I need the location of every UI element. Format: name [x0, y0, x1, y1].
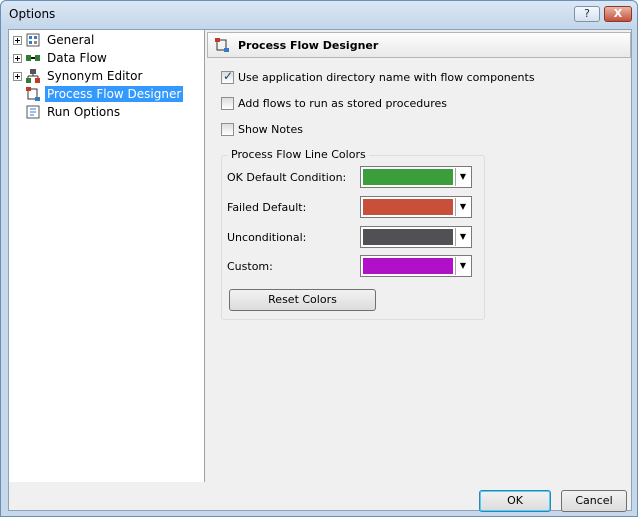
options-dialog: Options ? X General Data Flow Synonym Ed…: [0, 0, 638, 517]
tree-item-data-flow[interactable]: Data Flow: [13, 49, 109, 67]
ok-default-color-select[interactable]: ▼: [360, 166, 472, 188]
tree-item-run-options[interactable]: Run Options: [13, 103, 122, 121]
color-swatch: [363, 169, 453, 185]
help-button[interactable]: ?: [574, 6, 600, 22]
expand-icon[interactable]: [13, 35, 22, 45]
settings-panel: Process Flow Designer Use application di…: [205, 30, 631, 482]
panel-header: Process Flow Designer: [207, 32, 631, 58]
tree-item-label: Data Flow: [47, 51, 107, 65]
group-title: Process Flow Line Colors: [228, 148, 369, 161]
chevron-down-icon[interactable]: ▼: [455, 257, 470, 275]
checkbox-box[interactable]: [221, 123, 234, 136]
chevron-down-icon[interactable]: ▼: [455, 168, 470, 186]
chevron-down-icon[interactable]: ▼: [455, 198, 470, 216]
tree-item-label: Synonym Editor: [47, 69, 143, 83]
checkbox-box[interactable]: [221, 97, 234, 110]
checkbox-label: Add flows to run as stored procedures: [238, 97, 447, 110]
use-app-directory-checkbox[interactable]: Use application directory name with flow…: [221, 69, 535, 84]
reset-colors-button[interactable]: Reset Colors: [229, 289, 376, 311]
process-flow-icon: [214, 37, 230, 53]
show-notes-checkbox[interactable]: Show Notes: [221, 123, 303, 136]
run-options-icon: [25, 104, 41, 120]
title-bar: Options ? X: [1, 1, 637, 29]
expand-icon[interactable]: [13, 53, 22, 63]
tree-item-label: Process Flow Designer: [45, 86, 184, 102]
color-label: Custom:: [227, 260, 273, 273]
color-label: Failed Default:: [227, 201, 307, 214]
checkbox-label: Use application directory name with flow…: [238, 71, 535, 84]
color-swatch: [363, 258, 453, 274]
color-swatch: [363, 199, 453, 215]
close-button[interactable]: X: [604, 6, 632, 22]
process-flow-icon: [25, 86, 41, 102]
options-tree: General Data Flow Synonym Editor Process…: [9, 30, 205, 482]
color-swatch: [363, 229, 453, 245]
checkbox-label: Show Notes: [238, 123, 303, 136]
chevron-down-icon[interactable]: ▼: [455, 228, 470, 246]
color-label: Unconditional:: [227, 231, 307, 244]
line-colors-group: Process Flow Line Colors OK Default Cond…: [221, 148, 485, 320]
general-settings-icon: [25, 32, 41, 48]
panel-title: Process Flow Designer: [238, 38, 379, 52]
expand-icon[interactable]: [13, 71, 22, 81]
stored-procedures-checkbox[interactable]: Add flows to run as stored procedures: [221, 97, 447, 110]
synonym-editor-icon: [25, 68, 41, 84]
color-label: OK Default Condition:: [227, 171, 347, 184]
failed-default-color-select[interactable]: ▼: [360, 196, 472, 218]
dialog-client: General Data Flow Synonym Editor Process…: [8, 29, 632, 512]
tree-item-label: General: [47, 33, 95, 47]
tree-item-synonym-editor[interactable]: Synonym Editor: [13, 67, 144, 85]
cancel-button[interactable]: Cancel: [561, 490, 627, 512]
ok-button[interactable]: OK: [479, 490, 551, 512]
checkbox-box[interactable]: [221, 69, 234, 84]
tree-item-general[interactable]: General: [13, 31, 96, 49]
tree-item-process-flow-designer[interactable]: Process Flow Designer: [13, 85, 184, 103]
custom-color-select[interactable]: ▼: [360, 255, 472, 277]
unconditional-color-select[interactable]: ▼: [360, 226, 472, 248]
window-title: Options: [9, 7, 56, 21]
tree-item-label: Run Options: [47, 105, 121, 119]
data-flow-icon: [25, 50, 41, 66]
